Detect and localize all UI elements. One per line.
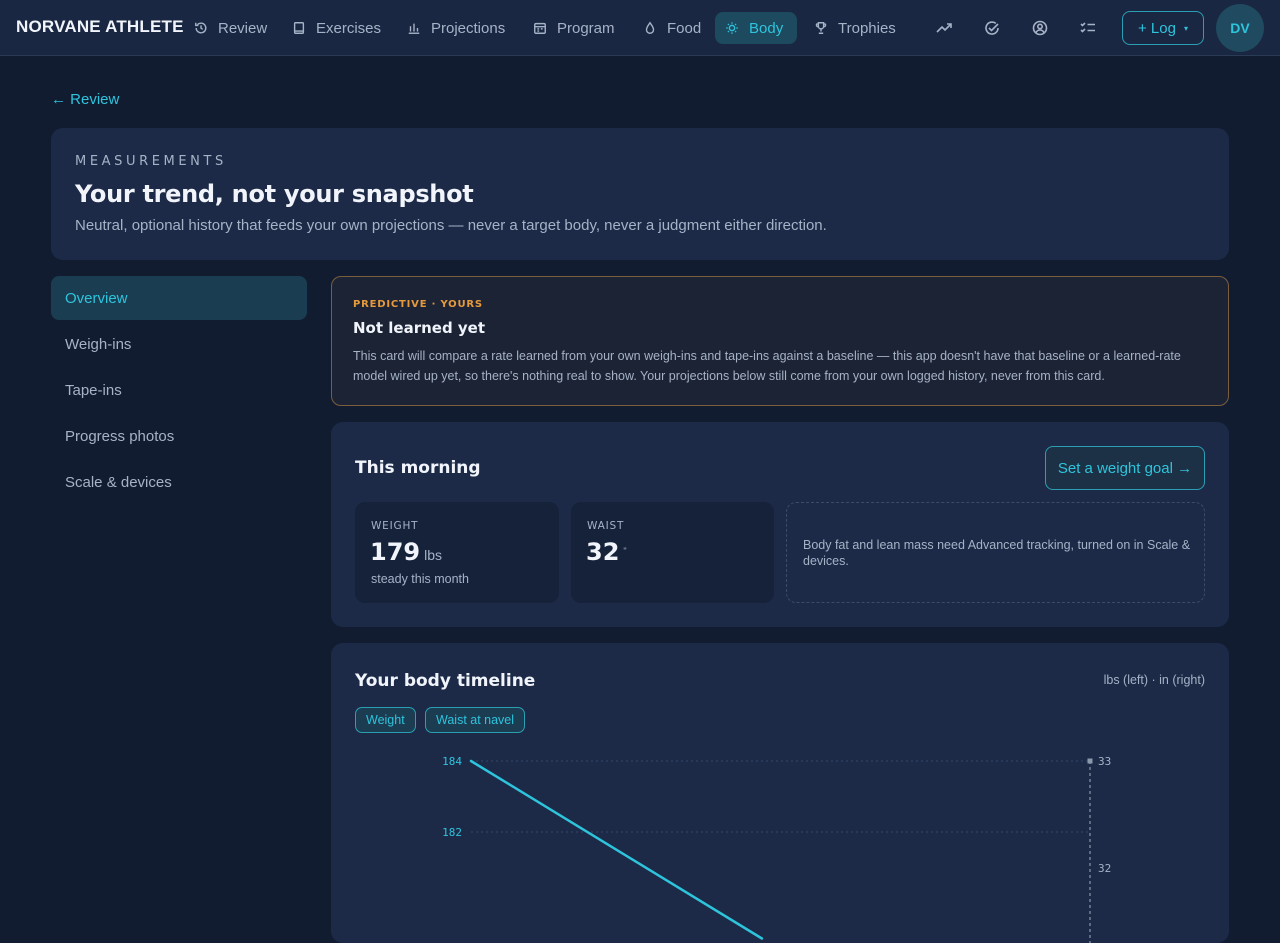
nav-food[interactable]: Food	[633, 12, 711, 44]
predictive-card: PREDICTIVE · YOURS Not learned yet This …	[331, 276, 1229, 406]
nav-exercises-label: Exercises	[316, 19, 382, 37]
page-title: Your trend, not your snapshot	[75, 180, 474, 208]
weight-value-row: 179 lbs	[370, 538, 442, 566]
nav-body-label: Body	[749, 19, 784, 37]
user-circle-icon[interactable]	[1031, 19, 1049, 37]
waist-stat: WAIST 32 "	[571, 502, 774, 603]
predictive-tag: PREDICTIVE · YOURS	[353, 299, 483, 310]
waist-unit: "	[623, 546, 627, 556]
avatar[interactable]: DV	[1216, 4, 1264, 52]
body-timeline-chart: 184 182 33 32	[442, 755, 1111, 943]
brand-logo[interactable]: NORVANE ATHLETE	[16, 17, 184, 37]
log-button[interactable]: + Log ▾	[1122, 11, 1204, 45]
body-timeline-card: Your body timeline lbs (left) · in (righ…	[331, 643, 1229, 943]
nav-program-label: Program	[557, 19, 615, 37]
set-weight-goal-button[interactable]: Set a weight goal →	[1045, 446, 1205, 490]
nav-body[interactable]: Body	[715, 12, 797, 44]
nav-exercises[interactable]: Exercises	[282, 12, 391, 44]
nav-food-label: Food	[667, 19, 702, 37]
nav-trophies-label: Trophies	[838, 19, 896, 37]
page-header-card: MEASUREMENTS Your trend, not your snapsh…	[51, 128, 1229, 260]
right-tick-label: 32	[1098, 862, 1111, 875]
sidebar-item-tape-ins[interactable]: Tape-ins	[51, 368, 307, 412]
sidebar-item-weigh-ins[interactable]: Weigh-ins	[51, 322, 307, 366]
nav-review[interactable]: Review	[184, 12, 277, 44]
trophy-icon	[815, 22, 827, 34]
weight-unit: lbs	[424, 547, 443, 563]
bar-chart-icon	[408, 23, 420, 34]
left-tick-label: 182	[442, 826, 462, 839]
trend-icon[interactable]	[935, 19, 953, 37]
checklist-icon[interactable]	[1079, 19, 1097, 37]
this-morning-title: This morning	[355, 458, 481, 478]
advanced-tracking-note: Body fat and lean mass need Advanced tra…	[786, 502, 1205, 603]
log-button-label: + Log	[1138, 19, 1176, 37]
nav-projections-label: Projections	[431, 19, 506, 37]
weight-label: WEIGHT	[371, 520, 419, 532]
nav-review-label: Review	[218, 19, 268, 37]
nav-projections[interactable]: Projections	[397, 12, 515, 44]
sun-icon	[726, 22, 738, 34]
check-circle-icon[interactable]	[983, 19, 1001, 37]
top-nav: NORVANE ATHLETE Review Exercises Project…	[0, 0, 1280, 56]
nav-program[interactable]: Program	[523, 12, 625, 44]
right-tick-label: 33	[1098, 755, 1111, 768]
section-eyebrow: MEASUREMENTS	[75, 154, 227, 169]
page-subtitle: Neutral, optional history that feeds you…	[75, 217, 827, 234]
predictive-title: Not learned yet	[353, 319, 486, 337]
advanced-tracking-text: Body fat and lean mass need Advanced tra…	[803, 538, 1191, 568]
waist-value: 32	[586, 538, 620, 566]
calendar-icon	[534, 22, 546, 34]
weight-series-line	[469, 759, 764, 940]
chevron-down-icon: ▾	[1183, 23, 1188, 33]
weight-value: 179	[370, 538, 421, 566]
sidebar-item-overview[interactable]: Overview	[51, 276, 307, 320]
this-morning-card: This morning Set a weight goal → WEIGHT …	[331, 422, 1229, 627]
sidebar-item-progress-photos[interactable]: Progress photos	[51, 414, 307, 458]
book-icon	[293, 22, 305, 34]
predictive-body: This card will compare a rate learned fr…	[353, 349, 1181, 383]
back-to-review-link[interactable]: ← Review	[51, 91, 119, 108]
drop-icon	[645, 21, 655, 34]
left-tick-label: 184	[442, 755, 462, 768]
waist-value-row: 32 "	[586, 538, 627, 566]
weight-note: steady this month	[371, 572, 469, 586]
waist-series-point	[1087, 758, 1093, 764]
nav-trophies[interactable]: Trophies	[804, 12, 906, 44]
history-icon	[195, 22, 207, 34]
sidebar-item-scale-devices[interactable]: Scale & devices	[51, 460, 307, 504]
weight-stat: WEIGHT 179 lbs steady this month	[355, 502, 559, 603]
waist-label: WAIST	[587, 520, 625, 532]
